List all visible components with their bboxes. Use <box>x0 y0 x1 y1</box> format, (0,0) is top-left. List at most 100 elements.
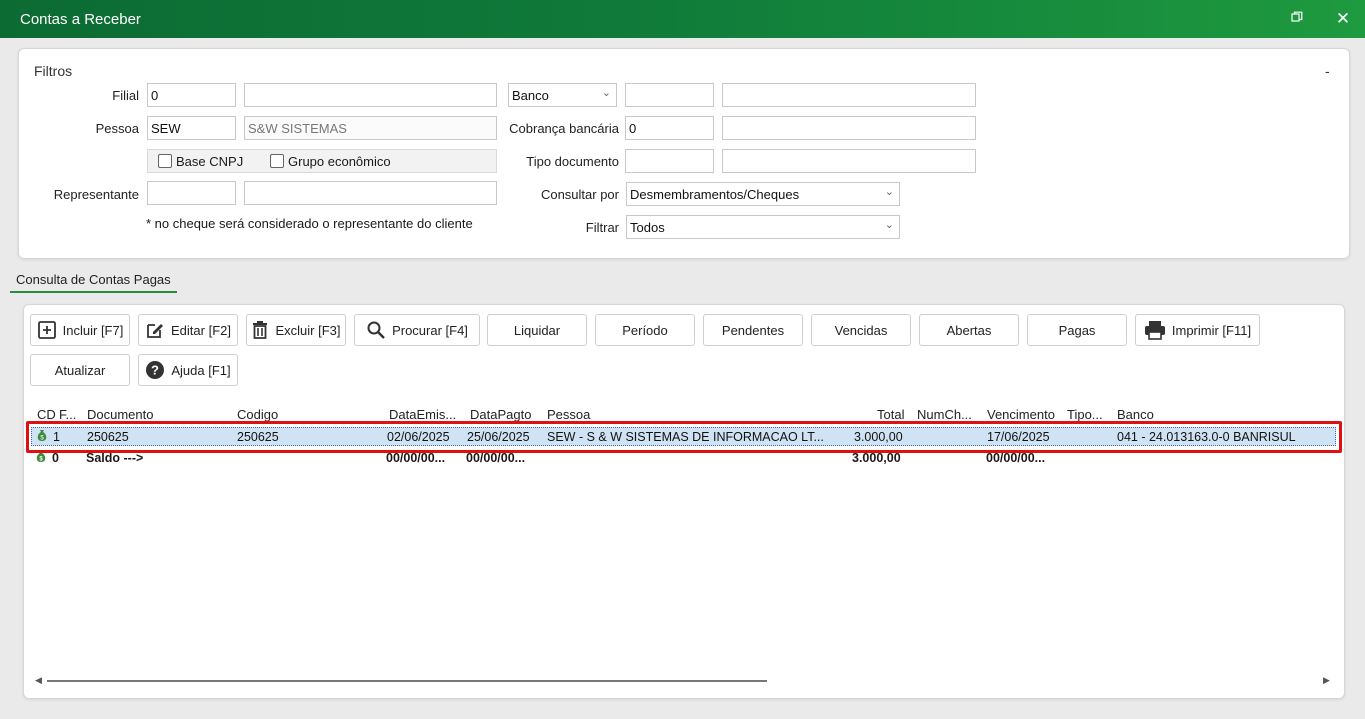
pessoa-code-input[interactable]: SEW <box>147 116 236 140</box>
base-cnpj-checkbox[interactable] <box>158 154 172 168</box>
liquidar-button[interactable]: Liquidar <box>487 314 587 346</box>
column-header-f[interactable]: F... <box>59 407 76 422</box>
banco-select[interactable]: Banco ⌄ <box>508 83 617 107</box>
grupo-economico-label: Grupo econômico <box>288 154 391 169</box>
filters-title: Filtros <box>34 63 73 79</box>
editar-label: Editar [F2] <box>171 322 231 338</box>
representante-label: Representante <box>53 187 139 202</box>
procurar-button[interactable]: Procurar [F4] <box>354 314 480 346</box>
incluir-button[interactable]: Incluir [F7] <box>30 314 130 346</box>
pendentes-button[interactable]: Pendentes <box>703 314 803 346</box>
excluir-button[interactable]: Excluir [F3] <box>246 314 346 346</box>
cell-codigo: 250625 <box>237 430 279 444</box>
scroll-thumb[interactable] <box>47 680 767 682</box>
collapse-button[interactable]: - <box>1325 63 1330 79</box>
restore-icon[interactable] <box>1286 8 1308 30</box>
chevron-down-icon: ⌄ <box>601 87 611 99</box>
cell-data-pagto: 00/00/00... <box>466 451 526 465</box>
abertas-button[interactable]: Abertas <box>919 314 1019 346</box>
search-icon <box>367 321 385 339</box>
column-header-codigo[interactable]: Codigo <box>237 407 278 422</box>
representante-name-input[interactable] <box>244 181 497 205</box>
ajuda-button[interactable]: ? Ajuda [F1] <box>138 354 238 386</box>
filial-name-input[interactable] <box>244 83 497 107</box>
imprimir-button[interactable]: Imprimir [F11] <box>1135 314 1260 346</box>
table-row[interactable]: $ 1 250625 250625 02/06/2025 25/06/2025 … <box>31 427 1336 446</box>
column-header-total[interactable]: Total <box>877 407 904 422</box>
title-bar: Contas a Receber ✕ <box>0 0 1365 38</box>
excluir-label: Excluir [F3] <box>275 322 341 338</box>
pagas-button[interactable]: Pagas <box>1027 314 1127 346</box>
base-cnpj-label: Base CNPJ <box>176 154 244 169</box>
chevron-down-icon: ⌄ <box>884 186 894 198</box>
cell-pessoa: SEW - S & W SISTEMAS DE INFORMACAO LT... <box>547 430 824 444</box>
column-header-pessoa[interactable]: Pessoa <box>547 407 590 422</box>
scroll-left-icon[interactable]: ◀ <box>35 675 42 686</box>
tipo-documento-label: Tipo documento <box>526 154 619 169</box>
cell-total: 3.000,00 <box>852 451 901 465</box>
banco-name-input[interactable] <box>722 83 976 107</box>
column-header-cd[interactable]: CD <box>37 407 56 422</box>
cell-total: 3.000,00 <box>854 430 903 444</box>
cell-vencimento: 17/06/2025 <box>987 430 1050 444</box>
cnpj-options-box: Base CNPJ Grupo econômico <box>147 149 497 173</box>
column-header-num-cheque[interactable]: NumCh... <box>917 407 972 422</box>
table-row[interactable]: $ 0 Saldo ---> 00/00/00... 00/00/00... 3… <box>31 449 1336 468</box>
close-icon[interactable]: ✕ <box>1332 8 1354 30</box>
filters-panel: Filtros - Filial 0 Pessoa SEW S&W SISTEM… <box>18 48 1350 259</box>
tipo-documento-name-input[interactable] <box>722 149 976 173</box>
column-header-vencimento[interactable]: Vencimento <box>987 407 1055 422</box>
banco-code-input[interactable] <box>625 83 714 107</box>
help-icon: ? <box>146 361 165 379</box>
money-bag-icon: $ <box>36 429 48 445</box>
column-header-tipo[interactable]: Tipo... <box>1067 407 1103 422</box>
tipo-documento-code-input[interactable] <box>625 149 714 173</box>
procurar-label: Procurar [F4] <box>392 322 468 338</box>
filtrar-value: Todos <box>630 220 665 235</box>
filial-label: Filial <box>112 88 139 103</box>
column-header-documento[interactable]: Documento <box>87 407 153 422</box>
cell-data-emissao: 02/06/2025 <box>387 430 450 444</box>
imprimir-label: Imprimir [F11] <box>1171 322 1252 338</box>
chevron-down-icon: ⌄ <box>884 219 894 231</box>
pessoa-label: Pessoa <box>95 121 139 136</box>
column-header-data-emissao[interactable]: DataEmis... <box>389 407 456 422</box>
window-title: Contas a Receber <box>20 11 141 28</box>
filtrar-select[interactable]: Todos ⌄ <box>626 215 900 239</box>
cell-documento: 250625 <box>87 430 129 444</box>
representante-code-input[interactable] <box>147 181 236 205</box>
consultar-por-select[interactable]: Desmembramentos/Cheques ⌄ <box>626 182 900 206</box>
cell-data-emissao: 00/00/00... <box>386 451 446 465</box>
filial-code-input[interactable]: 0 <box>147 83 236 107</box>
cell-vencimento: 00/00/00... <box>986 451 1046 465</box>
cell-banco: 041 - 24.013163.0-0 BANRISUL <box>1117 430 1296 444</box>
consultar-por-label: Consultar por <box>540 187 619 202</box>
consultar-por-value: Desmembramentos/Cheques <box>630 187 800 202</box>
cell-cd: 1 <box>53 430 60 444</box>
tab-consulta-contas-pagas[interactable]: Consulta de Contas Pagas <box>10 270 177 293</box>
atualizar-button[interactable]: Atualizar <box>30 354 130 386</box>
horizontal-scrollbar[interactable]: ◀ ▶ <box>31 672 1336 690</box>
vencidas-button[interactable]: Vencidas <box>811 314 911 346</box>
pessoa-name-input: S&W SISTEMAS <box>244 116 497 140</box>
plus-box-icon <box>37 321 56 339</box>
trash-icon <box>253 321 268 339</box>
filtrar-label: Filtrar <box>585 220 619 235</box>
column-header-banco[interactable]: Banco <box>1117 407 1154 422</box>
money-bag-icon: $ <box>35 450 47 466</box>
banco-label: Banco <box>512 88 549 103</box>
printer-icon <box>1144 321 1165 340</box>
svg-text:?: ? <box>151 363 159 378</box>
contas-grid[interactable]: CD F... Documento Codigo DataEmis... Dat… <box>31 402 1336 672</box>
cobranca-code-input[interactable]: 0 <box>625 116 714 140</box>
cobranca-name-input[interactable] <box>722 116 976 140</box>
cobranca-label: Cobrança bancária <box>509 121 619 136</box>
editar-button[interactable]: Editar [F2] <box>138 314 238 346</box>
grupo-economico-checkbox[interactable] <box>270 154 284 168</box>
cell-documento: Saldo ---> <box>86 451 144 465</box>
scroll-right-icon[interactable]: ▶ <box>1323 675 1330 686</box>
edit-icon <box>147 324 164 338</box>
representante-note: * no cheque será considerado o represent… <box>146 216 473 231</box>
periodo-button[interactable]: Período <box>595 314 695 346</box>
column-header-data-pagto[interactable]: DataPagto <box>470 407 531 422</box>
